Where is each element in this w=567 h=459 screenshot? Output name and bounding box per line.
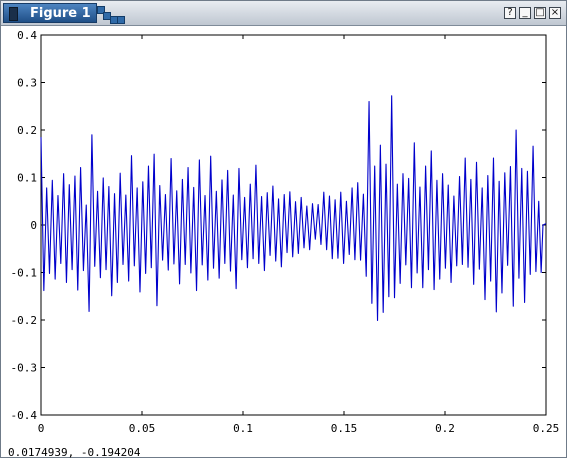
window-title: Figure 1 (30, 6, 91, 21)
y-tick-label: -0.3 (11, 362, 38, 375)
y-tick-label: 0.3 (17, 77, 37, 90)
x-tick-label: 0.05 (129, 422, 156, 435)
window-title-tab[interactable]: Figure 1 (3, 3, 97, 23)
title-bar[interactable]: Figure 1 ? _ □ × (1, 1, 566, 26)
y-tick-label: 0 (30, 219, 37, 232)
figure-window: Figure 1 ? _ □ × 0.4 0.3 0.2 0.1 0 -0.1 -0.2 -0… (0, 0, 567, 459)
line-chart[interactable]: 0.40.30.20.10-0.1-0.2-0.3-0.40 0.05 0.1 0.1… (1, 26, 566, 446)
plot-frame (40, 34, 547, 416)
x-tick-label: 0.1 (233, 422, 253, 435)
y-tick-label: -0.4 (11, 409, 38, 422)
plot-area[interactable]: 0.4 0.3 0.2 0.1 0 -0.1 -0.2 -0.3 -0.4 0 0.05 0.1 0.1… (1, 26, 566, 446)
x-tick-label: 0.15 (331, 422, 358, 435)
app-icon (9, 7, 18, 21)
y-tick-label: 0.1 (17, 172, 37, 185)
cursor-coordinates: 0.0174939, -0.194204 (8, 446, 141, 459)
help-icon[interactable]: ? (504, 7, 516, 19)
x-tick-label: 0.25 (533, 422, 560, 435)
x-tick-label: 0.2 (435, 422, 455, 435)
close-icon[interactable]: × (549, 7, 561, 19)
x-tick-label: 0 (38, 422, 45, 435)
maximize-icon[interactable]: □ (534, 7, 546, 19)
y-tick-label: 0.2 (17, 124, 37, 137)
y-tick-label: -0.2 (11, 314, 38, 327)
minimize-icon[interactable]: _ (519, 7, 531, 19)
y-tick-label: -0.1 (11, 267, 38, 280)
y-tick-label: 0.4 (17, 29, 37, 42)
title-tab-decoration (97, 4, 133, 24)
